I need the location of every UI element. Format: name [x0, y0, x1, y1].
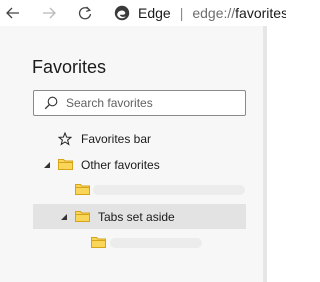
page-title: Favorites: [32, 57, 107, 77]
obscured-folder-name: [110, 238, 202, 248]
refresh-button[interactable]: [74, 2, 96, 24]
tree-item-grandchild-folder[interactable]: [33, 230, 246, 255]
folder-icon: [91, 237, 106, 248]
star-icon: [58, 132, 72, 146]
tree-item-other-favorites[interactable]: Other favorites: [33, 152, 246, 177]
address-separator: |: [179, 5, 184, 21]
site-name: Edge: [138, 5, 171, 21]
refresh-icon: [78, 6, 92, 20]
content-area: [267, 26, 286, 282]
browser-toolbar: Edge | edge://favorites/1: [0, 0, 286, 26]
address-bar[interactable]: Edge | edge://favorites/1: [114, 1, 286, 25]
forward-button[interactable]: [38, 2, 60, 24]
tree-item-label: Other favorites: [81, 157, 160, 172]
folder-icon: [75, 211, 90, 222]
tree-item-label: Favorites bar: [81, 131, 152, 146]
back-arrow-icon: [6, 7, 19, 19]
expanded-caret-icon[interactable]: [43, 161, 51, 169]
expanded-caret-icon[interactable]: [60, 213, 68, 221]
search-icon: [44, 96, 58, 110]
forward-arrow-icon: [43, 7, 56, 19]
tree-item-tabs-set-aside[interactable]: Tabs set aside: [33, 204, 246, 229]
edge-logo-icon: [114, 5, 130, 21]
obscured-folder-name: [93, 185, 245, 195]
tree-item-label: Tabs set aside: [98, 209, 175, 224]
url-path: favorites/: [235, 5, 286, 21]
search-box[interactable]: [33, 90, 246, 116]
search-input[interactable]: [66, 96, 236, 110]
folder-icon: [58, 159, 73, 170]
tree-item-child-folder[interactable]: [33, 177, 246, 202]
back-button[interactable]: [2, 2, 24, 24]
folder-icon: [75, 184, 90, 195]
url-scheme: edge://: [192, 5, 236, 21]
tree-item-favorites-bar[interactable]: Favorites bar: [33, 126, 246, 151]
